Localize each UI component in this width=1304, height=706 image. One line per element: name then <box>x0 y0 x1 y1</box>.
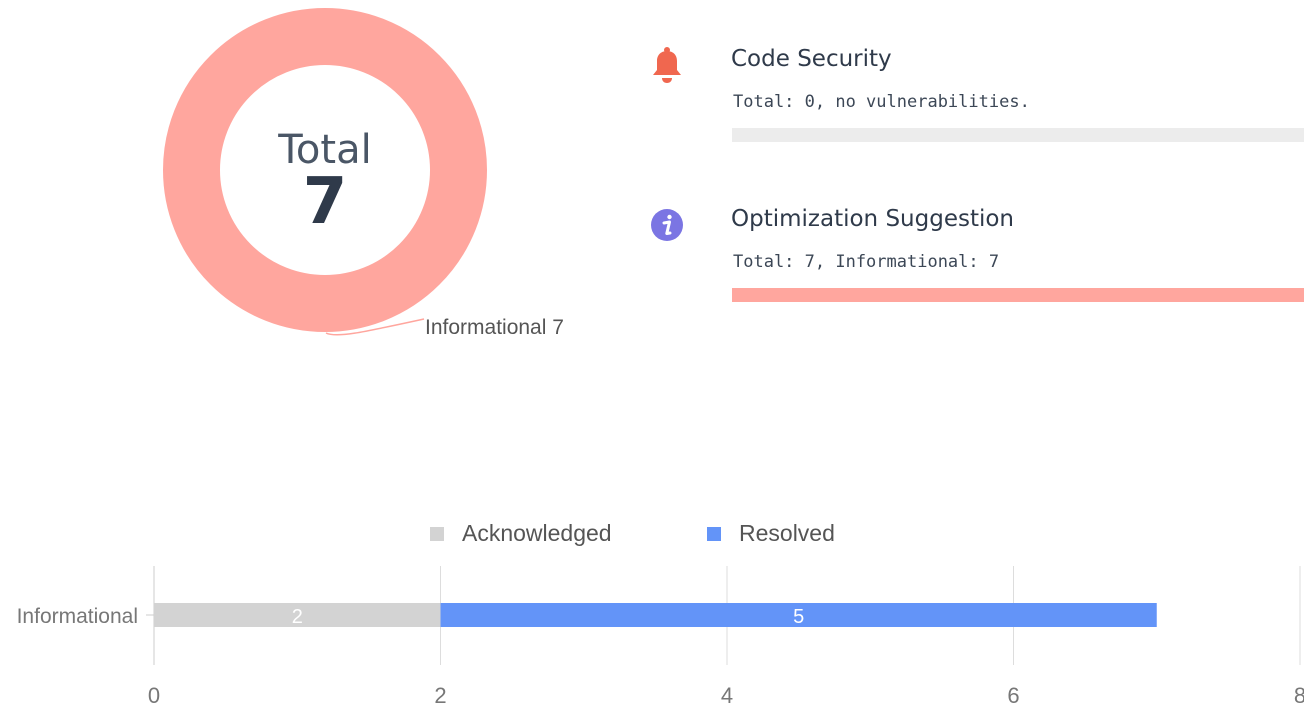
bell-icon-clapper <box>662 78 672 83</box>
bar-value-label: 5 <box>793 606 804 628</box>
category-name: Optimization Suggestion <box>731 206 1015 232</box>
x-tick-label: 0 <box>148 683 160 706</box>
category-summary: Total: 7, Informational: 7 <box>733 252 1000 272</box>
x-tick-label: 6 <box>1007 683 1019 706</box>
donut-total-value: 7 <box>302 165 348 239</box>
bell-icon <box>653 47 681 83</box>
donut-slice-label: Informational 7 <box>425 316 564 339</box>
category-progress-track <box>732 128 1304 142</box>
x-tick-label: 8 <box>1294 683 1304 706</box>
legend-label: Acknowledged <box>462 520 612 546</box>
category-summary: Total: 0, no vulnerabilities. <box>733 92 1030 112</box>
x-tick-label: 4 <box>721 683 733 706</box>
legend-swatch <box>430 527 444 541</box>
info-icon <box>651 209 683 241</box>
legend-label: Resolved <box>739 520 835 546</box>
x-tick-label: 2 <box>434 683 446 706</box>
category-progress-fill <box>732 288 1304 302</box>
bell-icon-body <box>653 51 681 75</box>
category-name: Code Security <box>731 46 892 72</box>
donut-center: Total 7 <box>225 128 425 239</box>
y-category-label: Informational <box>17 605 138 628</box>
category-progress-track <box>732 288 1304 302</box>
stacked-bar-chart: 0 2 4 6 8 Informational 2 5 <box>17 566 1304 706</box>
bar-value-label: 2 <box>292 606 303 628</box>
info-icon-dot <box>667 214 672 220</box>
legend-swatch <box>707 527 721 541</box>
info-icon-circle <box>651 209 683 241</box>
